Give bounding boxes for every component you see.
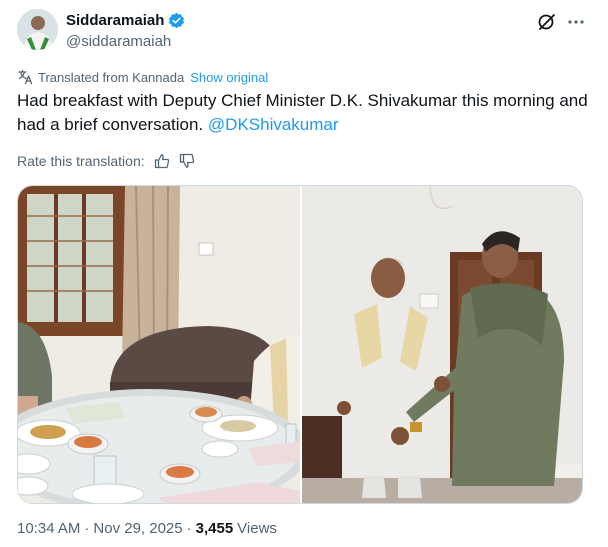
rate-translation: Rate this translation: — [17, 151, 195, 171]
author-handle[interactable]: @siddaramaiah — [66, 33, 171, 50]
thumbs-down-icon[interactable] — [179, 153, 195, 169]
meta-separator: · — [186, 520, 192, 537]
tweet-date[interactable]: Nov 29, 2025 — [93, 520, 182, 537]
thumbs-up-icon[interactable] — [154, 153, 170, 169]
translation-label: Translated from Kannada — [38, 69, 185, 85]
author-name-row: Siddaramaiah — [66, 10, 185, 30]
tweet-time[interactable]: 10:34 AM — [17, 520, 80, 537]
photo-standing-conversation[interactable] — [302, 186, 582, 503]
avatar[interactable] — [17, 9, 58, 50]
tweet-media — [17, 185, 583, 504]
verified-badge-icon[interactable] — [168, 12, 185, 29]
show-original-link[interactable]: Show original — [190, 70, 268, 85]
tweet-meta: 10:34 AM · Nov 29, 2025 · 3,455 Views — [17, 520, 277, 537]
rate-translation-label: Rate this translation: — [17, 153, 145, 169]
mention-link[interactable]: @DKShivakumar — [208, 115, 339, 134]
translate-icon — [17, 69, 33, 85]
tweet-card: Siddaramaiah @siddaramaiah Translated fr… — [0, 0, 608, 547]
meta-separator: · — [84, 520, 90, 537]
views-label: Views — [237, 520, 277, 537]
grok-icon[interactable] — [537, 12, 557, 32]
views-count: 3,455 — [195, 520, 234, 537]
photo-breakfast-table[interactable] — [18, 186, 300, 503]
translation-notice: Translated from Kannada Show original — [17, 68, 268, 86]
author-display-name[interactable]: Siddaramaiah — [66, 12, 164, 29]
tweet-text: Had breakfast with Deputy Chief Minister… — [17, 89, 592, 137]
more-icon[interactable] — [565, 12, 587, 32]
